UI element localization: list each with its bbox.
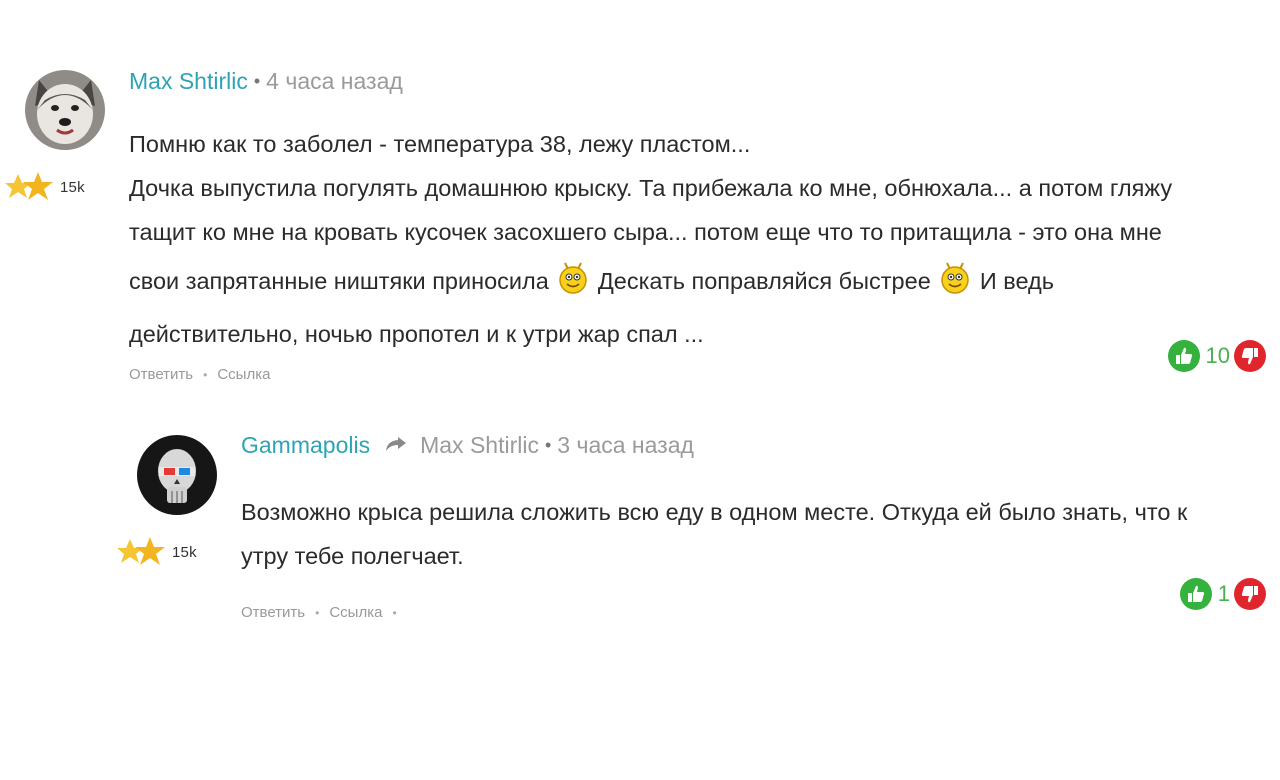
author-name[interactable]: Gammapolis [241, 432, 370, 459]
permalink-link[interactable]: Ссылка [329, 604, 382, 621]
rank-count: 15k [60, 178, 85, 196]
user-avatar[interactable] [137, 435, 217, 515]
author-name[interactable]: Max Shtirlic [129, 68, 248, 95]
vote-count: 1 [1217, 581, 1230, 606]
comment-actions: Ответить • Ссылка [129, 366, 270, 383]
vote-widget: 10 [1167, 340, 1266, 372]
comment-gammapolis: 15k Gammapolis Max Shtirlic • 3 часа наз… [0, 420, 1280, 640]
separator-dot: • [544, 435, 552, 455]
reply-to-author[interactable]: Max Shtirlic [420, 432, 539, 459]
reply-link[interactable]: Ответить [241, 604, 305, 621]
comment-line: Возможно крыса решила сложить всю еду в … [241, 499, 1188, 525]
smiley-face-icon [940, 260, 970, 314]
comment-line: Дочка выпустила погулять домашнюю крыску… [129, 175, 1173, 201]
comment-time[interactable]: 4 часа назад [266, 68, 403, 95]
vote-widget: 1 [1179, 578, 1266, 610]
separator-dot: • [315, 605, 320, 620]
reply-link[interactable]: Ответить [129, 366, 193, 383]
rank-count: 15k [172, 543, 197, 561]
comment-text: Возможно крыса решила сложить всю еду в … [241, 490, 1276, 578]
comment-header: Max Shtirlic • 4 часа назад [129, 68, 403, 95]
thumbs-down-icon[interactable] [1234, 340, 1266, 372]
comment-max-shtirlic: 15k Max Shtirlic • 4 часа назад Помню ка… [0, 60, 1280, 400]
two-stars-icon [5, 172, 53, 200]
user-rank: 15k [4, 170, 85, 204]
vote-count: 10 [1205, 343, 1230, 368]
comment-line-part: свои запрятанные ништяки приносила [129, 268, 549, 294]
permalink-link[interactable]: Ссылка [217, 366, 270, 383]
comment-line: свои запрятанные ништяки приносила Деска… [129, 254, 1269, 314]
separator-dot: • [253, 71, 261, 91]
husky-dog-avatar-icon [25, 70, 105, 150]
comment-text: Помню как то заболел - температура 38, л… [129, 122, 1269, 354]
skull-3d-glasses-avatar-icon [137, 435, 217, 515]
comment-actions: Ответить • Ссылка • [241, 604, 407, 621]
reply-arrow-icon [384, 432, 408, 459]
comment-time[interactable]: 3 часа назад [557, 432, 694, 459]
separator-dot: • [203, 367, 208, 382]
thumbs-up-icon[interactable] [1179, 578, 1212, 610]
thumbs-up-icon[interactable] [1167, 340, 1200, 372]
user-rank: 15k [116, 535, 197, 569]
comment-line: тащит ко мне на кровать кусочек засохшег… [129, 219, 1162, 245]
comment-line: Помню как то заболел - температура 38, л… [129, 131, 751, 157]
separator-dot: • [392, 605, 397, 620]
two-stars-icon [117, 537, 165, 565]
smiley-face-icon [558, 260, 588, 314]
comment-line-part: И ведь [979, 268, 1054, 294]
comment-header: Gammapolis Max Shtirlic • 3 часа назад [241, 432, 694, 459]
comment-line: действительно, ночью пропотел и к утри ж… [129, 321, 704, 347]
comment-line: утру тебе полегчает. [241, 543, 464, 569]
user-avatar[interactable] [25, 70, 105, 150]
comment-line-part: Дескать поправляйся быстрее [597, 268, 931, 294]
thumbs-down-icon[interactable] [1234, 578, 1266, 610]
